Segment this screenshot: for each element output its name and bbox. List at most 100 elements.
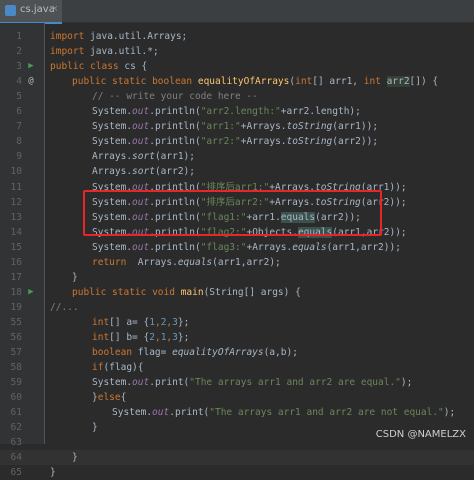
tab-cs-java[interactable]: cs.java × (0, 0, 62, 24)
close-tab-icon[interactable]: × (51, 4, 59, 14)
code-token: java.util.*; (84, 46, 158, 57)
code-token: (arr1)); (332, 121, 378, 132)
code-token: int (295, 76, 312, 87)
code-token: "arr2.length:" (201, 106, 281, 117)
code-line[interactable]: 58 if(flag){ (0, 360, 474, 375)
code-line[interactable]: 55int[] a= {1,2,3}; (0, 315, 474, 330)
watermark: CSDN @NAMELZX (376, 429, 466, 440)
code-line[interactable]: 16return Arrays.equals(arr1,arr2); (0, 255, 474, 270)
code-token: import (50, 46, 84, 57)
code-text: System.out.println("arr1:"+Arrays.toStri… (92, 119, 378, 134)
code-token: int (92, 332, 109, 343)
code-line[interactable]: 18▶public static void main(String[] args… (0, 285, 474, 300)
code-token: ); (444, 407, 455, 418)
code-line[interactable]: 65} (0, 465, 474, 480)
code-token: }; (178, 317, 189, 328)
code-token: System. (92, 106, 132, 117)
code-token: arr2 (387, 76, 410, 87)
code-text: public class cs { (50, 59, 147, 74)
code-line[interactable]: 9Arrays.sort(arr1); (0, 149, 474, 164)
code-line[interactable]: 4@ public static boolean equalityOfArrays… (0, 74, 474, 89)
code-line[interactable]: 15System.out.println("flag3:"+Arrays.equ… (0, 240, 474, 255)
code-token: "The arrays arr1 and arr2 are equal." (189, 377, 401, 388)
line-number: 4 (0, 74, 22, 89)
line-number: 62 (0, 420, 22, 435)
code-token (381, 76, 387, 87)
code-line[interactable]: 3▶ public class cs { (0, 59, 474, 74)
code-token: out (132, 377, 149, 388)
code-token: equalityOfArrays (198, 76, 290, 87)
code-token: out (152, 407, 169, 418)
code-line[interactable]: 56int[] b= {2,1,3}; (0, 330, 474, 345)
tab-label: cs.java (20, 4, 55, 15)
code-line[interactable]: 61System.out.print("The arrays arr1 and … (0, 405, 474, 420)
code-line[interactable]: 60}else{ (0, 390, 474, 405)
code-token: "arr1:" (201, 121, 241, 132)
line-number: 9 (0, 149, 22, 164)
run-gutter-icon[interactable]: ▶ (24, 285, 38, 300)
code-token: } (50, 467, 56, 478)
line-number: 10 (0, 164, 22, 179)
code-line[interactable]: 1import java.util.Arrays; (0, 29, 474, 44)
code-line[interactable]: 17} (0, 270, 474, 285)
code-token: sort (132, 151, 155, 162)
code-line[interactable]: 10 Arrays.sort(arr2); (0, 164, 474, 179)
code-token: ); (401, 377, 412, 388)
code-token: System. (92, 377, 132, 388)
code-line[interactable]: 2import java.util.*; (0, 44, 474, 59)
line-number: 11 (0, 180, 22, 195)
override-gutter-icon[interactable]: @ (24, 74, 38, 89)
line-number: 59 (0, 375, 22, 390)
code-token: else (98, 392, 121, 403)
line-number: 58 (0, 360, 22, 375)
code-token: public static boolean (72, 76, 192, 87)
code-token: +Arrays. (241, 136, 287, 147)
highlight-annotation-box (83, 190, 382, 236)
code-line[interactable]: 64} (0, 450, 474, 465)
code-token: sort (132, 166, 155, 177)
code-token: } (72, 452, 78, 463)
code-token: (arr1,arr2)); (327, 242, 401, 253)
code-line[interactable]: 7 System.out.println("arr1:"+Arrays.toStr… (0, 119, 474, 134)
code-token: (flag){ (103, 362, 143, 373)
code-text: //... (50, 300, 79, 315)
code-token: //... (50, 302, 79, 313)
code-token: out (132, 106, 149, 117)
code-token: } (72, 272, 78, 283)
code-text: } (92, 420, 98, 435)
code-token: [] a= { (109, 317, 149, 328)
code-text: int[] a= {1,2,3}; (92, 315, 189, 330)
code-token: +arr2.length); (281, 106, 361, 117)
code-text: System.out.println("arr2:"+Arrays.toStri… (92, 134, 378, 149)
line-number: 17 (0, 270, 22, 285)
code-token: }; (178, 332, 189, 343)
run-gutter-icon[interactable]: ▶ (24, 59, 38, 74)
code-token: []) { (410, 76, 439, 87)
code-token: +Arrays. (246, 242, 292, 253)
line-number: 8 (0, 134, 22, 149)
line-number: 7 (0, 119, 22, 134)
line-number: 1 (0, 29, 22, 44)
code-text: boolean flag= equalityOfArrays(a,b); (92, 345, 298, 360)
code-line[interactable]: 5// -- write your code here -- (0, 89, 474, 104)
line-number: 3 (0, 59, 22, 74)
code-line[interactable]: 8 System.out.println("arr2:"+Arrays.toStr… (0, 134, 474, 149)
code-text: System.out.println("arr2.length:"+arr2.l… (92, 104, 361, 119)
code-token: (arr2); (155, 166, 195, 177)
code-text: Arrays.sort(arr2); (92, 164, 195, 179)
code-token: (arr1,arr2); (212, 257, 281, 268)
line-number: 60 (0, 390, 22, 405)
line-number: 18 (0, 285, 22, 300)
line-number: 65 (0, 465, 22, 480)
code-text: int[] b= {2,1,3}; (92, 330, 189, 345)
code-line[interactable]: 6System.out.println("arr2.length:"+arr2.… (0, 104, 474, 119)
code-token: .println( (149, 121, 200, 132)
line-number: 57 (0, 345, 22, 360)
code-token: int (364, 76, 381, 87)
code-line[interactable]: 19//... (0, 300, 474, 315)
editor-tab-bar: cs.java × (0, 0, 474, 23)
code-token: .println( (149, 106, 200, 117)
code-line[interactable]: 59System.out.print("The arrays arr1 and … (0, 375, 474, 390)
code-text: if(flag){ (92, 360, 144, 375)
code-line[interactable]: 57 boolean flag= equalityOfArrays(a,b); (0, 345, 474, 360)
